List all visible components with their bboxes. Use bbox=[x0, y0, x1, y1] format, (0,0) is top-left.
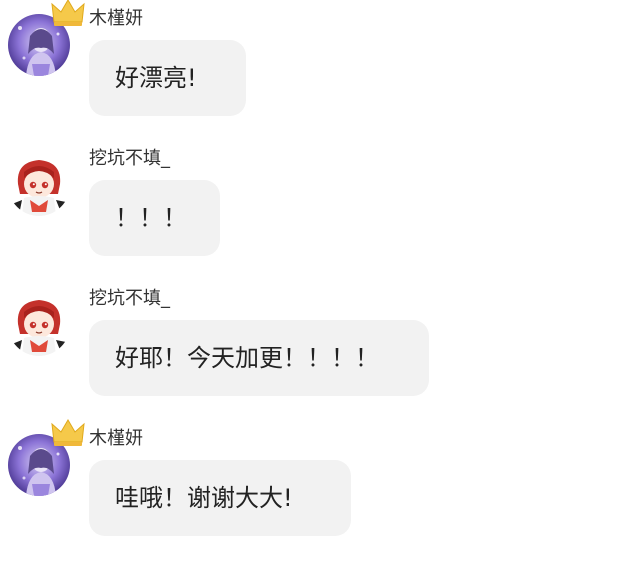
sender-name[interactable]: 挖坑不填_ bbox=[89, 287, 170, 311]
message-bubble[interactable]: ！！！ bbox=[89, 180, 220, 256]
avatar[interactable] bbox=[8, 294, 76, 362]
avatar[interactable] bbox=[8, 154, 76, 222]
message-bubble[interactable]: 好漂亮! bbox=[89, 40, 246, 116]
avatar[interactable] bbox=[8, 0, 85, 82]
chat-message: 挖坑不填_ 好耶！今天加更！！！！ bbox=[0, 280, 640, 410]
chat-message: 挖坑不填_ ！！！ bbox=[0, 140, 640, 270]
crown-icon bbox=[50, 0, 86, 28]
red-hair-anime-avatar-icon bbox=[8, 154, 70, 216]
sender-name[interactable]: 挖坑不填_ bbox=[89, 147, 170, 171]
avatar[interactable] bbox=[8, 419, 85, 502]
chat-message: 木槿妍 好漂亮! bbox=[0, 0, 640, 130]
crown-icon bbox=[50, 418, 86, 448]
message-bubble[interactable]: 哇哦！谢谢大大! bbox=[89, 460, 351, 536]
message-bubble[interactable]: 好耶！今天加更！！！！ bbox=[89, 320, 429, 396]
sender-name[interactable]: 木槿妍 bbox=[89, 427, 143, 451]
sender-name[interactable]: 木槿妍 bbox=[89, 7, 143, 31]
red-hair-anime-avatar-icon bbox=[8, 294, 70, 356]
chat-message: 木槿妍 哇哦！谢谢大大! bbox=[0, 419, 640, 550]
